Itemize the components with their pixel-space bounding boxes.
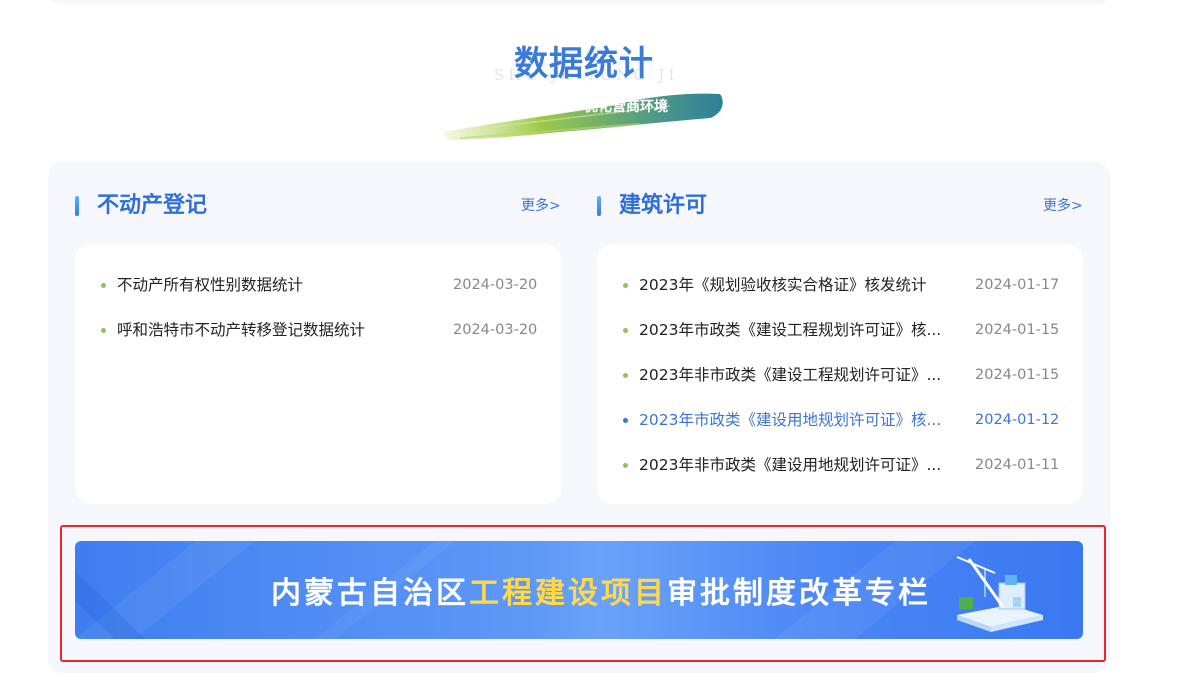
column-title: 不动产登记 (97, 193, 208, 218)
section-subtitle: 优化营商环境 (584, 99, 668, 115)
bullet-dot (101, 283, 106, 288)
bullet-dot (623, 328, 628, 333)
list-item[interactable]: 2023年非市政类《建设用地规划许可证》... 2024-01-11 (623, 454, 1060, 476)
column-header-building-permit: 建筑许可 更多> (597, 191, 1083, 221)
list-item[interactable]: 呼和浩特市不动产转移登记数据统计 2024-03-20 (101, 319, 538, 341)
banner-title: 内蒙古自治区工程建设项目审批制度改革专栏 (271, 568, 931, 612)
list-item[interactable]: 不动产所有权性别数据统计 2024-03-20 (101, 274, 538, 296)
list-item-date: 2024-03-20 (453, 322, 538, 338)
list-item[interactable]: 2023年《规划验收核实合格证》核发统计 2024-01-17 (623, 274, 1060, 296)
list-card-building-permit: 2023年《规划验收核实合格证》核发统计 2024-01-17 2023年市政类… (597, 244, 1083, 504)
list-item[interactable]: 2023年市政类《建设工程规划许可证》核... 2024-01-15 (623, 319, 1060, 341)
list-item-date: 2024-01-15 (975, 322, 1060, 338)
previous-section-card (48, 0, 1110, 4)
more-link[interactable]: 更多> (521, 197, 561, 215)
list-card-real-estate: 不动产所有权性别数据统计 2024-03-20 呼和浩特市不动产转移登记数据统计… (75, 244, 561, 504)
list-item-date: 2024-03-20 (453, 277, 538, 293)
list-item-title[interactable]: 2023年市政类《建设工程规划许可证》核... (639, 319, 941, 341)
construction-crane-icon (956, 556, 1043, 632)
banner-title-part2: 审批制度改革专栏 (667, 576, 931, 611)
bullet-dot (623, 463, 628, 468)
bullet-dot (623, 373, 628, 378)
more-link[interactable]: 更多> (1043, 197, 1083, 215)
list-item-title[interactable]: 呼和浩特市不动产转移登记数据统计 (117, 319, 365, 341)
column-header-real-estate: 不动产登记 更多> (75, 191, 561, 221)
list-item-title[interactable]: 2023年市政类《建设用地规划许可证》核... (639, 409, 941, 431)
column-title: 建筑许可 (619, 193, 708, 218)
reform-column-banner[interactable]: 内蒙古自治区工程建设项目审批制度改革专栏 (75, 541, 1083, 639)
banner-title-highlight: 工程建设项目 (469, 576, 667, 611)
list-item-date: 2024-01-11 (975, 457, 1060, 473)
bullet-dot (101, 328, 106, 333)
column-accent-bar (597, 196, 601, 216)
list-item-hovered[interactable]: 2023年市政类《建设用地规划许可证》核... 2024-01-12 (623, 409, 1060, 431)
list-item-date: 2024-01-12 (975, 412, 1060, 428)
bullet-dot (623, 418, 628, 423)
bullet-dot (623, 283, 628, 288)
list-item[interactable]: 2023年非市政类《建设工程规划许可证》... 2024-01-15 (623, 364, 1060, 386)
column-accent-bar (75, 196, 79, 216)
banner-title-part1: 内蒙古自治区 (271, 576, 469, 611)
list-item-date: 2024-01-15 (975, 367, 1060, 383)
section-title: 数据统计 (514, 44, 654, 84)
list-item-title[interactable]: 2023年非市政类《建设工程规划许可证》... (639, 364, 941, 386)
list-item-date: 2024-01-17 (975, 277, 1060, 293)
list-item-title[interactable]: 2023年非市政类《建设用地规划许可证》... (639, 454, 941, 476)
section-heading: SHU JU TONG JI 数据统计 优化营商环境 (430, 30, 750, 150)
list-item-title[interactable]: 2023年《规划验收核实合格证》核发统计 (639, 274, 926, 296)
list-item-title[interactable]: 不动产所有权性别数据统计 (117, 274, 303, 296)
